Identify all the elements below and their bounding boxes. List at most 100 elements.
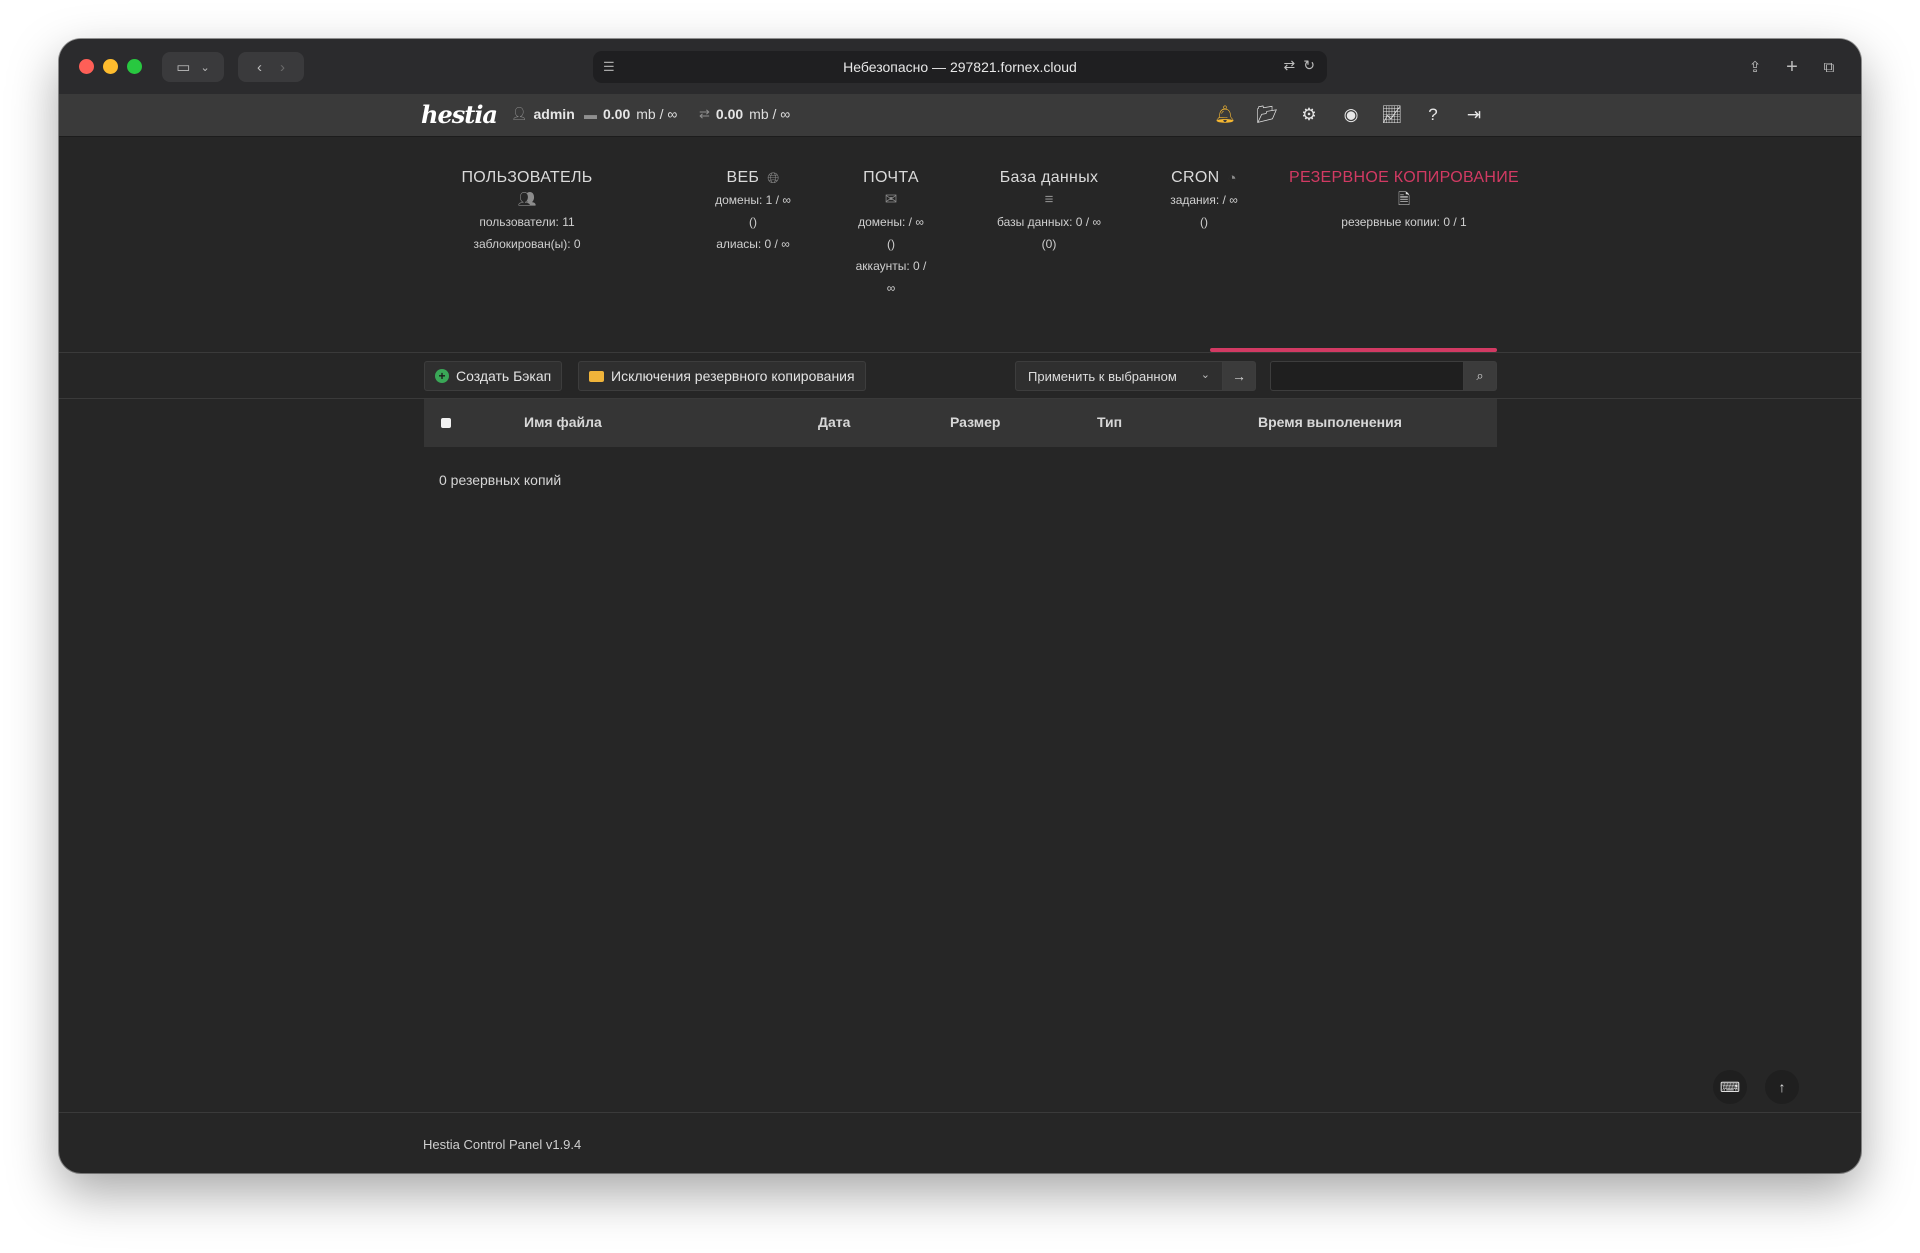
keyboard-icon: ⌨ [1719,1078,1741,1095]
footer-version: Hestia Control Panel v1.9.4 [423,1137,582,1152]
browser-toolbar: ▭ ⌄ ‹ › ☰ Небезопасно — 297821.fornex.cl… [59,39,1861,95]
create-backup-label: Создать Бэкап [456,368,552,384]
mail-domains: домены: / ∞ [858,215,924,229]
search-button[interactable]: ⌕ [1463,361,1497,391]
folder-icon [589,370,604,382]
column-runtime[interactable]: Время выполенения [1258,414,1402,430]
folder-icon[interactable]: 📂︎ [1255,103,1279,127]
chart-icon[interactable]: 📈︎ [1380,103,1404,127]
tab-cron-title: CRON [1171,169,1220,186]
clock-icon: ◔ [1227,169,1237,187]
divider [59,352,1861,353]
bell-icon[interactable]: 🔔︎ [1213,103,1237,127]
web-domains: домены: 1 / ∞ [715,193,791,207]
users-icon: 👥︎ [517,191,537,208]
minimize-window-button[interactable] [103,59,118,74]
scroll-to-top-button[interactable]: ↑ [1765,1070,1799,1104]
disk-value: 0.00 [603,106,631,122]
logout-icon[interactable]: ⇥ [1462,103,1486,127]
gear-icon[interactable]: ⚙ [1297,103,1321,127]
backup-exclusions-label: Исключения резервного копирования [611,368,855,384]
browser-window: ▭ ⌄ ‹ › ☰ Небезопасно — 297821.fornex.cl… [59,39,1861,1173]
select-all-checkbox[interactable] [441,418,451,428]
cron-extra: () [1200,215,1208,229]
apply-bulk-button[interactable]: → [1222,361,1256,391]
reader-icon[interactable]: ☰ [603,59,615,75]
mail-accounts: аккаунты: 0 / [855,259,927,273]
cron-jobs: задания: / ∞ [1170,193,1238,207]
new-tab-icon[interactable]: + [1779,52,1805,82]
user-info[interactable]: 👤︎ admin [511,106,575,122]
column-type[interactable]: Тип [1097,414,1122,430]
disk-usage: ▬ 0.00 mb / ∞ [584,106,677,122]
column-filename[interactable]: Имя файла [524,414,602,430]
hestia-header: hestia 👤︎ admin ▬ 0.00 mb / ∞ ⇄ 0.00 mb … [59,94,1861,137]
sidebar-toggle-button[interactable]: ▭ ⌄ [162,52,224,82]
chevron-down-icon: ⌄ [1200,369,1210,381]
tab-mail[interactable]: ПОЧТА ✉ домены: / ∞ () аккаунты: 0 / ∞ [831,137,951,299]
tab-db-title: База данных [999,169,1099,186]
bandwidth-unit: mb / ∞ [749,106,791,122]
history-nav: ‹ › [238,52,304,82]
tabs-overview-icon[interactable]: ⧉ [1816,52,1842,82]
empty-table-message: 0 резервных копий [439,472,562,488]
mail-accounts-limit: ∞ [886,281,896,295]
db-extra: (0) [1041,237,1057,251]
bandwidth-value: 0.00 [715,106,744,122]
share-icon[interactable]: ⇪ [1742,52,1768,82]
address-bar[interactable]: ☰ Небезопасно — 297821.fornex.cloud ⇄ ↻ [593,51,1327,83]
tab-web[interactable]: ВЕБ 🌐︎ домены: 1 / ∞ () алиасы: 0 / ∞ [688,137,818,255]
username: admin [533,106,575,122]
mail-domains-extra: () [887,237,895,251]
column-size[interactable]: Размер [950,414,1000,430]
create-backup-button[interactable]: + Создать Бэкап [424,361,563,391]
user-icon: 👤︎ [511,106,528,121]
chevron-down-icon: ⌄ [200,61,210,74]
database-icon: ≡ [1044,191,1054,208]
table-header: Имя файла Дата Размер Тип Время выполене… [424,399,1497,447]
tab-user[interactable]: ПОЛЬЗОВАТЕЛЬ 👥︎ пользователи: 11 заблоки… [452,137,602,255]
backup-count: резервные копии: 0 / 1 [1341,215,1467,229]
add-icon: + [435,369,449,383]
tab-backup-title: РЕЗЕРВНОЕ КОПИРОВАНИЕ [1289,169,1519,186]
tab-cron[interactable]: CRON ◔ задания: / ∞ () [1149,137,1259,233]
translate-icon[interactable]: ⇄ [1284,57,1296,74]
globe-icon: 🌐︎ [767,169,780,187]
tab-web-title: ВЕБ [726,169,760,186]
backup-exclusions-button[interactable]: Исключения резервного копирования [578,361,866,391]
hard-drive-icon: ▬ [584,106,597,122]
tab-database[interactable]: База данных ≡ базы данных: 0 / ∞ (0) [979,137,1119,255]
arrow-up-icon: ↑ [1778,1079,1786,1095]
reload-icon[interactable]: ↻ [1303,57,1315,74]
bulk-action-select[interactable]: Применить к выбранном ⌄ [1015,361,1223,391]
search-icon: ⌕ [1476,368,1484,383]
tab-mail-title: ПОЧТА [863,169,919,186]
keyboard-shortcuts-button[interactable]: ⌨ [1713,1070,1747,1104]
web-domains-extra: () [749,215,757,229]
tab-user-title: ПОЛЬЗОВАТЕЛЬ [461,169,593,186]
mail-icon: ✉ [884,191,898,208]
back-icon[interactable]: ‹ [257,59,262,76]
zoom-window-button[interactable] [127,59,142,74]
forward-icon[interactable]: › [280,59,285,76]
arrow-right-icon: → [1232,368,1246,384]
sidebar-icon: ▭ [176,59,191,76]
transfer-icon: ⇄ [699,106,710,121]
file-archive-icon: 🗎︎ [1397,191,1411,208]
search-input[interactable] [1270,361,1464,391]
tab-backup[interactable]: РЕЗЕРВНОЕ КОПИРОВАНИЕ 🗎︎ резервные копии… [1284,137,1524,233]
db-count: базы данных: 0 / ∞ [996,215,1102,229]
close-window-button[interactable] [79,59,94,74]
url-text: Небезопасно — 297821.fornex.cloud [843,59,1077,75]
user-circle-icon[interactable]: ◉ [1339,103,1363,127]
users-suspended: заблокирован(ы): 0 [473,237,581,251]
users-count: пользователи: 11 [479,215,575,229]
web-aliases: алиасы: 0 / ∞ [716,237,790,251]
column-date[interactable]: Дата [818,414,850,430]
disk-unit: mb / ∞ [636,106,678,122]
help-icon[interactable]: ? [1421,103,1445,127]
bulk-action-selected: Применить к выбранном [1028,368,1177,384]
bandwidth-usage: ⇄ 0.00 mb / ∞ [699,106,790,122]
hestia-logo[interactable]: hestia [421,100,498,129]
divider [59,1112,1861,1113]
